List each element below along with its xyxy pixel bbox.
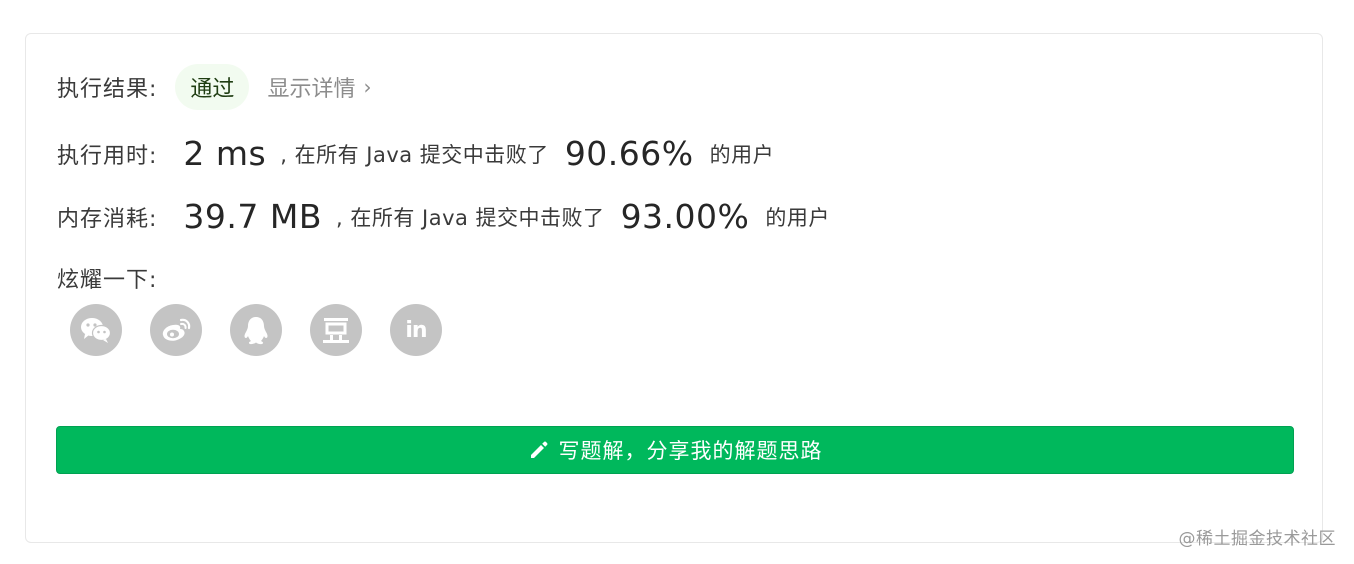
memory-row: 内存消耗: 39.7 MB , 在所有 Java 提交中击败了 93.00% 的…	[57, 197, 830, 236]
runtime-percent: 90.66%	[564, 134, 694, 173]
result-row: 执行结果: 通过 显示详情 ›	[57, 64, 371, 110]
watermark: @稀土掘金技术社区	[1178, 529, 1336, 549]
show-details-label: 显示详情	[267, 77, 356, 102]
runtime-prefix: , 在所有 Java 提交中击败了	[280, 142, 549, 167]
memory-percent: 93.00%	[620, 197, 750, 236]
memory-label: 内存消耗:	[57, 206, 158, 232]
runtime-row: 执行用时: 2 ms , 在所有 Java 提交中击败了 90.66% 的用户	[57, 134, 774, 173]
share-weibo-button[interactable]	[150, 304, 202, 356]
status-badge: 通过	[175, 64, 250, 110]
memory-value: 39.7 MB	[183, 197, 322, 236]
share-buttons: in	[70, 304, 442, 356]
runtime-label: 执行用时:	[57, 143, 158, 169]
show-details-link[interactable]: 显示详情 ›	[267, 71, 371, 103]
write-solution-label: 写题解，分享我的解题思路	[558, 439, 823, 463]
share-label: 炫耀一下:	[57, 268, 158, 293]
share-douban-button[interactable]	[310, 304, 362, 356]
submission-result-card: 执行结果: 通过 显示详情 › 执行用时: 2 ms , 在所有 Java 提交…	[25, 33, 1323, 543]
memory-suffix: 的用户	[765, 205, 830, 230]
share-row-label: 炫耀一下:	[57, 262, 157, 294]
linkedin-icon: in	[405, 317, 427, 343]
weibo-icon	[162, 318, 191, 341]
share-wechat-button[interactable]	[70, 304, 122, 356]
write-solution-button[interactable]: 写题解，分享我的解题思路	[56, 426, 1294, 474]
share-qq-button[interactable]	[230, 304, 282, 356]
runtime-value: 2 ms	[183, 134, 267, 173]
chevron-right-icon: ›	[363, 75, 372, 99]
douban-icon	[323, 318, 349, 343]
result-label: 执行结果:	[57, 77, 158, 102]
pencil-icon	[530, 441, 547, 458]
share-linkedin-button[interactable]: in	[390, 304, 442, 356]
memory-prefix: , 在所有 Java 提交中击败了	[336, 205, 605, 230]
runtime-suffix: 的用户	[709, 142, 775, 167]
qq-icon	[244, 317, 268, 345]
wechat-icon	[81, 318, 112, 343]
